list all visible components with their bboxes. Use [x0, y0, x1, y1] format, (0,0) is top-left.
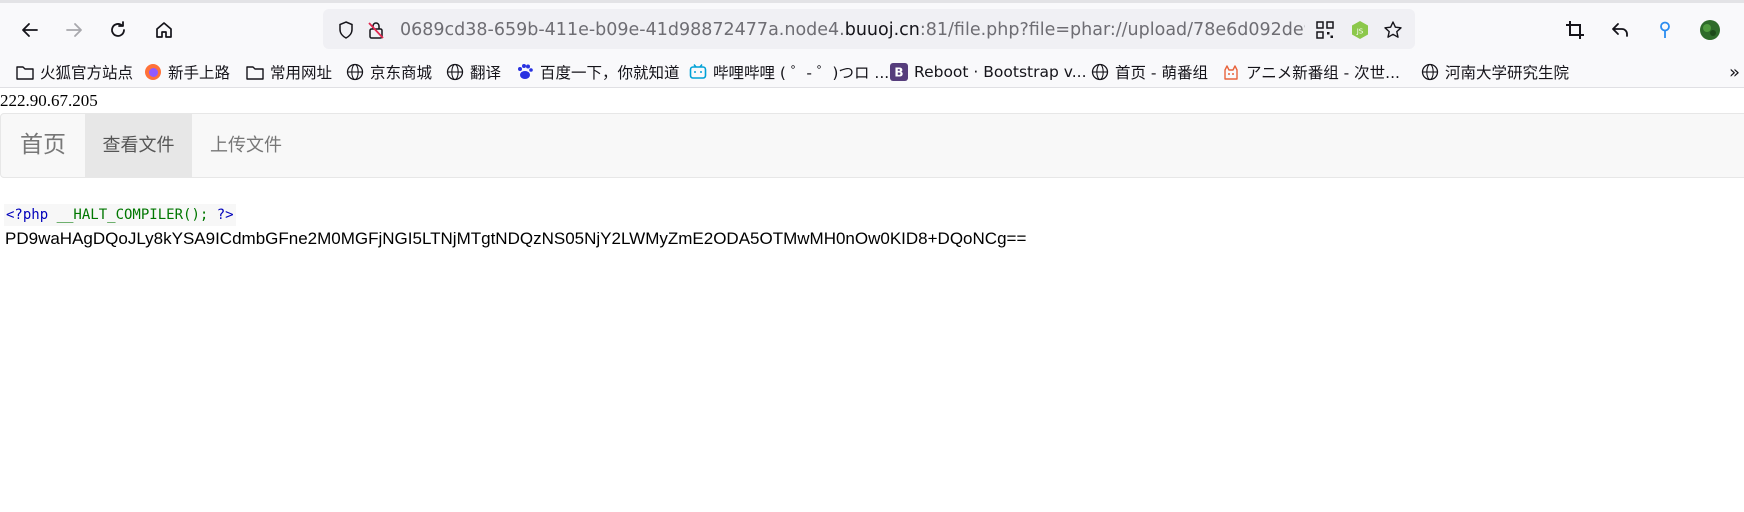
bilibili-icon	[689, 63, 707, 81]
nav-view-file[interactable]: 查看文件	[85, 114, 192, 177]
bookmark-label: 火狐官方站点	[40, 64, 134, 82]
bookmark-bilibili[interactable]: 哔哩哔哩 ( ゜- ゜)つロ ...	[689, 60, 889, 84]
bookmark-anime[interactable]: アニメ新番组 - 次世...	[1222, 60, 1400, 84]
base64-file-content: PD9waHAgDQoJLy8kYSA9ICdmbGFne2M0MGFjNGI5…	[5, 229, 1027, 248]
address-bar[interactable]: 0689cd38-659b-411e-b09e-41d98872477a.nod…	[323, 9, 1415, 49]
avatar-icon	[1700, 20, 1720, 40]
bookmark-label: Reboot · Bootstrap v...	[914, 63, 1087, 81]
svg-text:JS: JS	[1356, 28, 1364, 36]
undo-icon	[1612, 23, 1628, 37]
bookmark-label: 翻译	[470, 64, 502, 82]
forward-arrow-icon	[66, 23, 82, 37]
svg-text:B: B	[894, 66, 903, 80]
bookmark-getting-started[interactable]: 新手上路	[144, 60, 230, 84]
bookmark-mengfan[interactable]: 首页 - 萌番组	[1091, 60, 1208, 84]
bookmark-label: 常用网址	[270, 64, 333, 82]
nav-upload-file[interactable]: 上传文件	[192, 114, 300, 177]
bookmark-label: 首页 - 萌番组	[1115, 64, 1208, 82]
bookmarks-overflow-chevron-icon[interactable]: »	[1729, 62, 1740, 83]
folder-icon	[16, 63, 34, 81]
highlighted-php-source: <?php __HALT_COMPILER(); ?>	[4, 204, 236, 226]
insecure-lock-icon[interactable]	[365, 19, 387, 41]
php-open-tag: <?php	[6, 207, 57, 223]
screenshot-button[interactable]	[1558, 13, 1592, 47]
php-close-tag: ?>	[216, 207, 234, 223]
bookmark-folder-firefox[interactable]: 火狐官方站点	[16, 60, 133, 84]
bookmark-jd[interactable]: 京东商城	[346, 60, 432, 84]
baidu-paw-icon	[516, 63, 534, 81]
bookmark-label: 百度一下，你就知道	[540, 64, 680, 82]
bookmark-henu[interactable]: 河南大学研究生院	[1421, 60, 1569, 84]
bookmark-label: 新手上路	[168, 64, 231, 82]
cat-icon	[1222, 63, 1240, 81]
globe-icon	[446, 63, 464, 81]
bookmark-folder-common[interactable]: 常用网址	[246, 60, 332, 84]
account-button[interactable]	[1693, 13, 1727, 47]
pin-icon	[1660, 21, 1670, 38]
php-halt-call: __HALT_COMPILER();	[56, 207, 217, 223]
bookmark-baidu[interactable]: 百度一下，你就知道	[516, 60, 680, 84]
crop-icon	[1566, 21, 1584, 39]
home-icon	[156, 22, 172, 38]
location-extension-button[interactable]	[1648, 13, 1682, 47]
home-button[interactable]	[147, 13, 181, 47]
globe-icon	[346, 63, 364, 81]
bookmark-star-icon[interactable]	[1382, 19, 1404, 41]
bookmark-label: 河南大学研究生院	[1445, 64, 1570, 82]
nodejs-extension-icon[interactable]: JS	[1349, 19, 1371, 41]
bookmark-translate[interactable]: 翻译	[446, 60, 501, 84]
undo-button[interactable]	[1603, 13, 1637, 47]
back-arrow-icon	[22, 23, 38, 37]
site-navbar: 首页 查看文件 上传文件	[0, 113, 1744, 178]
bookmark-label: 哔哩哔哩 ( ゜- ゜)つロ ...	[713, 64, 890, 82]
shield-icon[interactable]	[335, 19, 357, 41]
firefox-icon	[144, 63, 162, 81]
reload-icon	[111, 21, 125, 37]
bootstrap-icon: B	[890, 63, 908, 81]
folder-icon	[246, 63, 264, 81]
navbar-brand-home[interactable]: 首页	[20, 114, 66, 177]
bookmarks-bar: 火狐官方站点 新手上路 常用网址 京东商城 翻译 百度一下，你就知道 哔哩哔哩 …	[0, 56, 1744, 88]
globe-icon	[1091, 63, 1109, 81]
back-button[interactable]	[13, 13, 47, 47]
browser-toolbar: 0689cd38-659b-411e-b09e-41d98872477a.nod…	[0, 0, 1744, 56]
qr-code-icon[interactable]	[1314, 19, 1336, 41]
client-ip-text: 222.90.67.205	[0, 91, 98, 110]
forward-button[interactable]	[57, 13, 91, 47]
bookmark-bootstrap[interactable]: B Reboot · Bootstrap v...	[890, 60, 1087, 84]
bookmark-label: 京东商城	[370, 64, 433, 82]
globe-icon	[1421, 63, 1439, 81]
bookmark-label: アニメ新番组 - 次世...	[1246, 64, 1400, 82]
url-text[interactable]: 0689cd38-659b-411e-b09e-41d98872477a.nod…	[400, 18, 1305, 42]
reload-button[interactable]	[101, 13, 135, 47]
